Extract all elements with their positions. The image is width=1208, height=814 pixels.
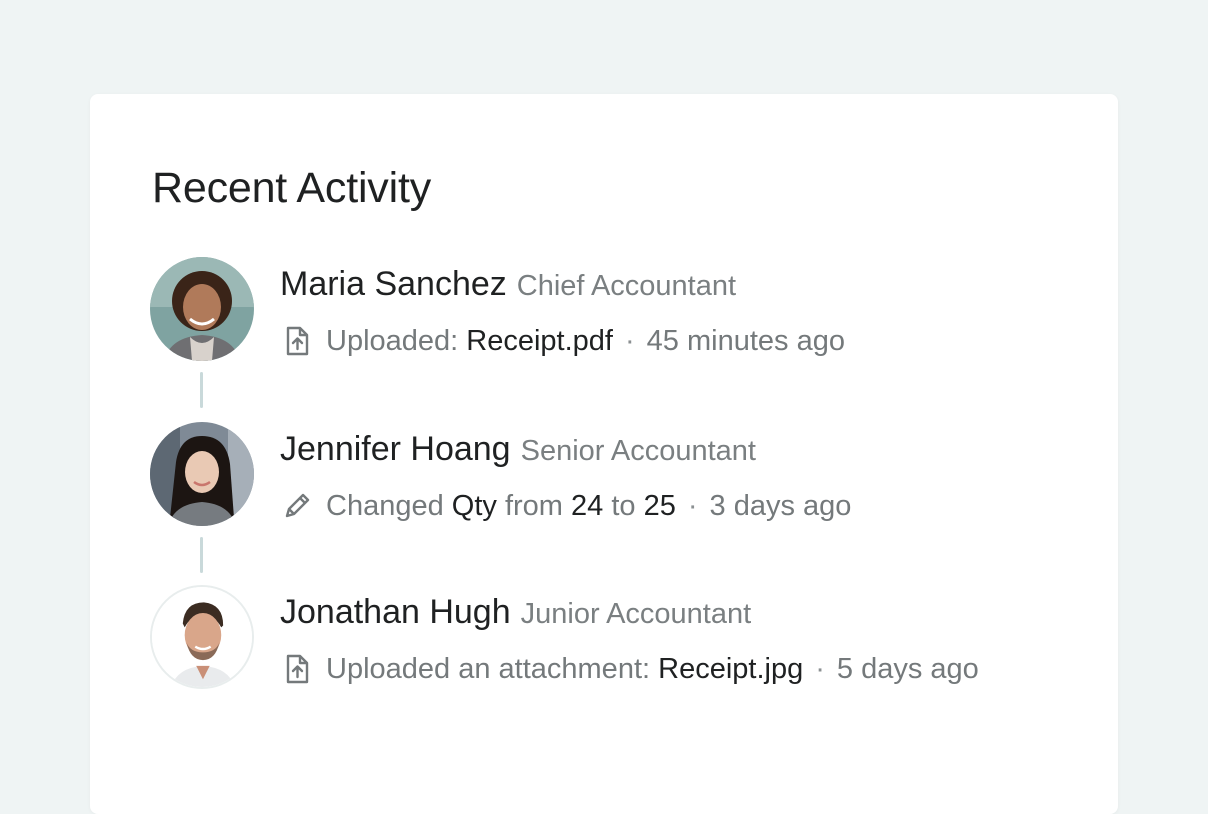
separator-dot: · xyxy=(624,325,635,357)
avatar[interactable] xyxy=(150,585,254,689)
file-upload-icon xyxy=(280,652,314,686)
avatar-maria-icon xyxy=(150,257,254,361)
timeline-connector xyxy=(200,372,203,408)
to-word: to xyxy=(603,490,644,522)
new-value: 25 xyxy=(643,490,676,522)
user-name[interactable]: Maria Sanchez xyxy=(280,265,507,303)
timestamp: 5 days ago xyxy=(836,653,979,685)
activity-item[interactable]: Jonathan Hugh Junior Accountant Uploaded … xyxy=(150,585,1050,695)
action-text: Changed xyxy=(326,490,452,522)
old-value: 24 xyxy=(571,490,604,522)
recent-activity-card: Recent Activity Maria Sanchez Chief Accou… xyxy=(90,94,1118,814)
avatar-jennifer-icon xyxy=(150,422,254,526)
timestamp: 45 minutes ago xyxy=(646,325,845,357)
field-name: Qty xyxy=(451,490,497,522)
user-role: Senior Accountant xyxy=(520,435,756,467)
panel-title: Recent Activity xyxy=(152,164,431,212)
separator-dot: · xyxy=(687,490,698,522)
file-link[interactable]: Receipt.pdf xyxy=(466,322,613,360)
action-text: Uploaded an attachment: xyxy=(326,653,659,685)
user-role: Junior Accountant xyxy=(520,598,752,630)
avatar-jonathan-icon xyxy=(152,587,252,687)
file-upload-icon xyxy=(280,324,314,358)
action-text: Uploaded: xyxy=(326,325,467,357)
avatar[interactable] xyxy=(150,257,254,361)
timestamp: 3 days ago xyxy=(709,490,852,522)
from-word: from xyxy=(496,490,572,522)
timeline-connector xyxy=(200,537,203,573)
separator-dot: · xyxy=(815,653,825,685)
activity-detail: Uploaded an attachment: Receipt.jpg · 5 … xyxy=(280,650,979,688)
activity-detail: Changed Qty from 24 to 25 · 3 days ago xyxy=(280,487,851,525)
file-link[interactable]: Receipt.jpg xyxy=(658,650,803,688)
activity-item[interactable]: Jennifer Hoang Senior Accountant Changed … xyxy=(150,422,1050,532)
activity-item[interactable]: Maria Sanchez Chief Accountant Uploaded: … xyxy=(150,257,1050,367)
user-name[interactable]: Jonathan Hugh xyxy=(280,593,511,631)
avatar[interactable] xyxy=(150,422,254,526)
user-role: Chief Accountant xyxy=(516,270,737,302)
user-name[interactable]: Jennifer Hoang xyxy=(280,430,511,468)
activity-detail: Uploaded: Receipt.pdf · 45 minutes ago xyxy=(280,322,845,360)
pencil-icon xyxy=(280,489,314,523)
